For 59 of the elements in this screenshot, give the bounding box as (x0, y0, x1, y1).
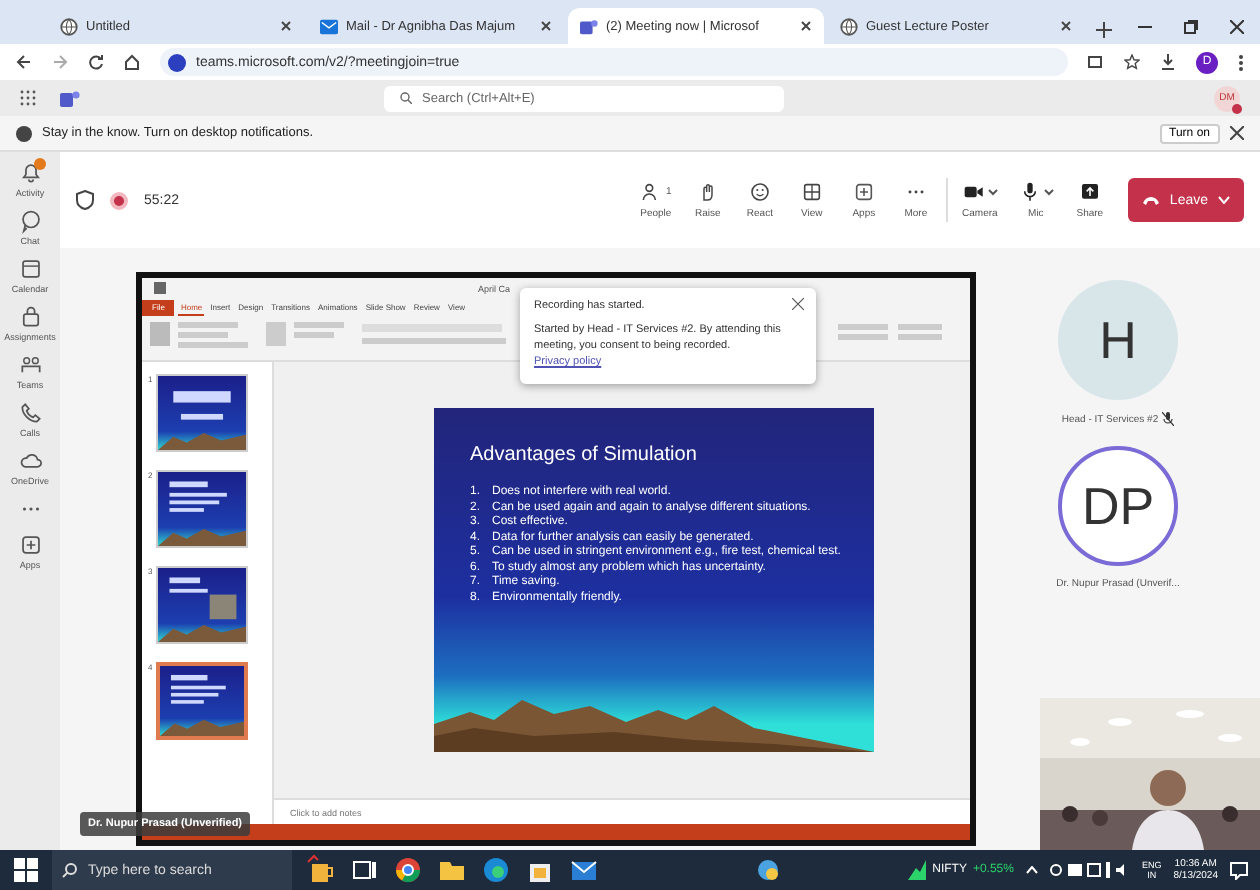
slide-thumbnail[interactable] (156, 662, 249, 740)
close-icon[interactable] (1060, 20, 1072, 32)
minimize-icon[interactable] (1138, 20, 1152, 34)
smiley-icon (747, 180, 772, 204)
windows-start-icon[interactable] (12, 856, 40, 884)
phone-icon (1141, 194, 1160, 206)
plus-icon (17, 532, 43, 558)
search-icon (62, 862, 78, 878)
phone-icon (17, 400, 43, 426)
download-icon[interactable] (1160, 54, 1176, 70)
back-arrow-icon[interactable] (16, 54, 32, 70)
weather-icon[interactable] (752, 854, 784, 886)
close-icon[interactable] (792, 298, 804, 310)
cloud-icon (17, 448, 43, 474)
close-icon[interactable] (280, 20, 292, 32)
slide-title: Advantages of Simulation (470, 444, 699, 466)
share-icon (1077, 180, 1102, 204)
calendar-icon (17, 256, 43, 282)
home-icon[interactable] (124, 54, 140, 70)
globe-icon (60, 17, 78, 35)
grid-icon (799, 180, 824, 204)
teams-logo-icon (60, 89, 80, 107)
slide-thumbnail[interactable] (156, 374, 249, 452)
caret-icon[interactable] (987, 188, 998, 196)
restore-icon[interactable] (1184, 20, 1198, 34)
notification-center-icon[interactable] (1230, 861, 1248, 879)
star-icon[interactable] (1124, 54, 1140, 70)
ribbon-controls-drawing (838, 324, 942, 340)
chat-bubble-icon (17, 208, 43, 234)
close-icon[interactable] (800, 20, 812, 32)
tray-icons-drawing[interactable] (1049, 862, 1130, 878)
install-app-icon[interactable] (1088, 54, 1104, 70)
teams-logo-icon (580, 17, 598, 35)
people-icon (17, 352, 43, 378)
mail-icon (320, 17, 338, 35)
search-icon (400, 92, 412, 104)
menu-icon[interactable] (1238, 53, 1244, 71)
shield-icon (76, 190, 94, 210)
participant-avatar: DP (1058, 446, 1178, 566)
bell-icon (17, 160, 43, 186)
chrome-icon[interactable] (392, 854, 424, 886)
caret-icon (1218, 196, 1230, 204)
close-icon[interactable] (540, 20, 552, 32)
caret-icon[interactable] (1043, 188, 1054, 196)
edge-icon[interactable] (480, 854, 512, 886)
app-launcher-icon[interactable] (20, 90, 36, 106)
backpack-icon (17, 304, 43, 330)
slide-thumbnail[interactable] (156, 470, 249, 548)
rising-chart-icon (908, 860, 927, 880)
close-icon[interactable] (1230, 20, 1244, 34)
reload-icon[interactable] (88, 54, 104, 70)
close-icon[interactable] (1230, 126, 1244, 140)
cup-icon[interactable] (304, 854, 336, 886)
participant-avatar: H (1058, 280, 1178, 400)
plus-icon (851, 180, 876, 204)
new-tab-icon[interactable] (1096, 22, 1112, 38)
chevron-up-icon[interactable] (1025, 866, 1038, 874)
slide-thumbnail[interactable] (156, 566, 249, 644)
globe-icon (840, 17, 858, 35)
